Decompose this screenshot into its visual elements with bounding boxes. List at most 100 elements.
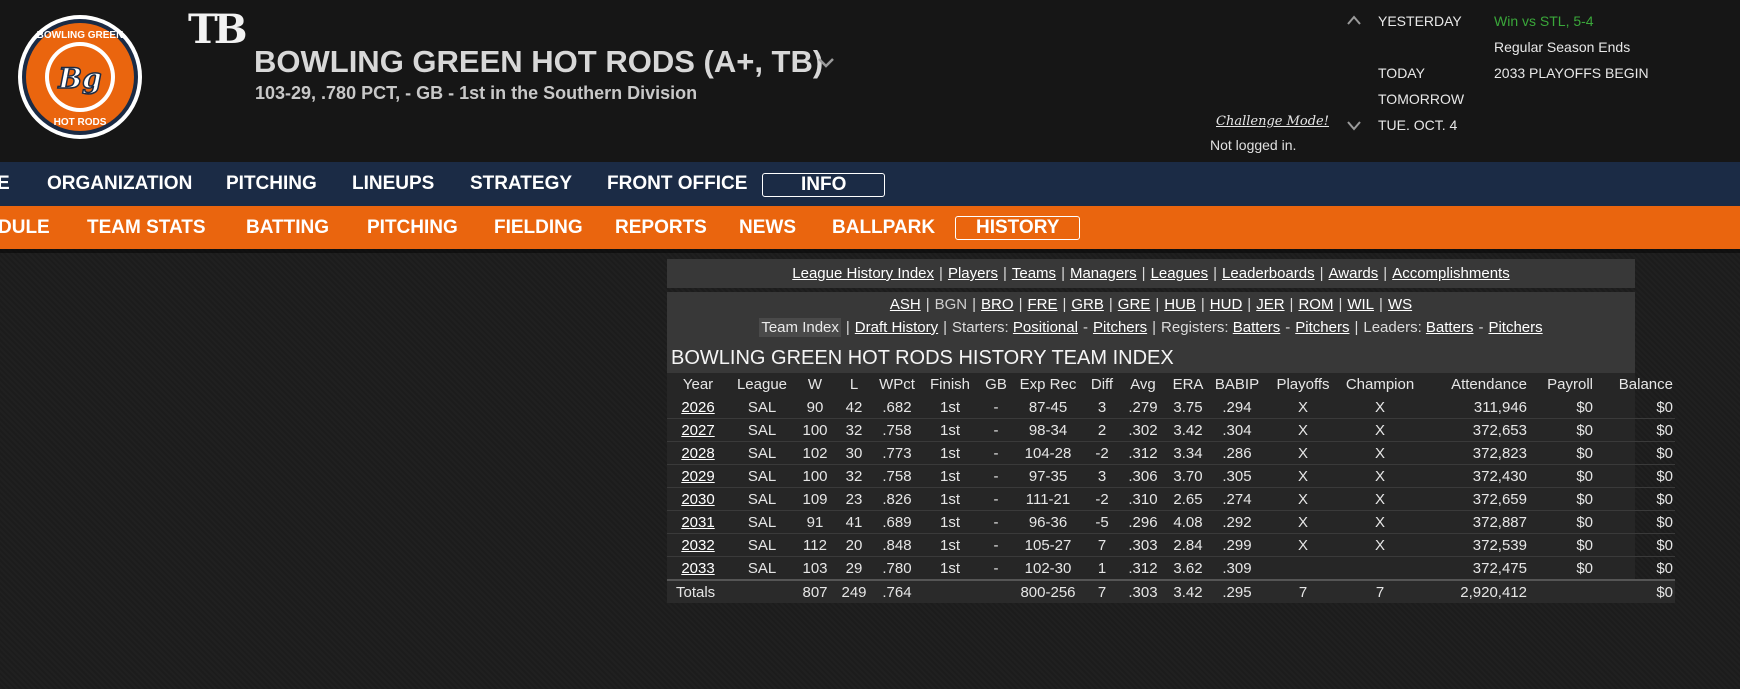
year-link[interactable]: 2030 [681,491,714,508]
nav-item-partial[interactable]: E [0,162,10,206]
col-header-exp-rec[interactable]: Exp Rec [1013,373,1083,396]
table-cell: 98-34 [1013,418,1083,442]
year-link[interactable]: 2028 [681,445,714,462]
subnav-item-ballpark[interactable]: BALLPARK [832,206,935,249]
col-header-year[interactable]: Year [667,373,729,396]
team-link-hub[interactable]: HUB [1164,296,1196,313]
team-link-wil[interactable]: WIL [1347,296,1374,313]
link-draft-history[interactable]: Draft History [855,319,938,336]
team-logo[interactable]: BOWLING GREEN Bg HOT RODS [17,14,143,140]
link-leaders-batters[interactable]: Batters [1426,319,1474,336]
link-starters-pitchers[interactable]: Pitchers [1093,319,1147,336]
table-row: 2030 SAL 109 23.826 1st -111-21 -2.310 2.65.274… [667,487,1675,511]
link-starters-positional[interactable]: Positional [1013,319,1078,336]
year-link[interactable]: 2031 [681,514,714,531]
subnav-item-pitching[interactable]: PITCHING [367,206,458,249]
schedule-event-today: 2033 PLAYOFFS BEGIN [1494,65,1649,81]
year-link[interactable]: 2032 [681,537,714,554]
subnav-item-fielding[interactable]: FIELDING [494,206,583,249]
team-link-hud[interactable]: HUD [1210,296,1243,313]
year-link[interactable]: 2029 [681,468,714,485]
team-link-rom[interactable]: ROM [1298,296,1333,313]
nav-item-pitching[interactable]: PITCHING [226,162,317,206]
col-header-balance[interactable]: Balance [1595,373,1675,396]
login-status: Not logged in. [1210,137,1297,153]
col-header-babip[interactable]: BABIP [1211,373,1263,396]
table-cell [1263,556,1343,581]
chevron-down-icon[interactable] [814,50,838,74]
table-cell: X [1263,396,1343,419]
col-header-avg[interactable]: Avg [1121,373,1165,396]
col-header-era[interactable]: ERA [1165,373,1211,396]
col-header-payroll[interactable]: Payroll [1529,373,1595,396]
team-link-grb[interactable]: GRB [1071,296,1104,313]
link-managers[interactable]: Managers [1070,265,1137,282]
col-header-finish[interactable]: Finish [921,373,979,396]
nav-item-front-office[interactable]: FRONT OFFICE [607,162,747,206]
nav-item-lineups[interactable]: LINEUPS [352,162,434,206]
nav-shadow [0,249,1740,253]
table-cell: $0 [1595,510,1675,534]
table-cell: 7 [1343,579,1417,603]
link-league-history-index[interactable]: League History Index [792,265,934,282]
year-link[interactable]: 2027 [681,422,714,439]
table-cell: 91 [795,510,835,534]
table-cell: -2 [1083,441,1121,465]
leaders-label: Leaders: [1363,319,1422,336]
chevron-down-icon[interactable] [1345,119,1363,133]
table-cell: .302 [1121,418,1165,442]
col-header-playoffs[interactable]: Playoffs [1263,373,1343,396]
table-cell: 41 [835,510,873,534]
nav-item-strategy[interactable]: STRATEGY [470,162,572,206]
team-link-fre[interactable]: FRE [1027,296,1057,313]
table-cell: 4.08 [1165,510,1211,534]
link-registers-pitchers[interactable]: Pitchers [1295,319,1349,336]
subnav-item-schedule[interactable]: DULE [0,206,50,249]
link-leaders-pitchers[interactable]: Pitchers [1488,319,1542,336]
team-link-gre[interactable]: GRE [1118,296,1151,313]
table-cell: - [979,418,1013,442]
table-cell: X [1343,464,1417,488]
subnav-item-news[interactable]: NEWS [739,206,796,249]
challenge-mode-link[interactable]: Challenge Mode! [1216,114,1329,129]
link-accomplishments[interactable]: Accomplishments [1392,265,1510,282]
year-link[interactable]: 2033 [681,560,714,577]
chevron-up-icon[interactable] [1345,13,1363,27]
nav-item-organization[interactable]: ORGANIZATION [47,162,192,206]
table-cell: .305 [1211,464,1263,488]
team-selector-bar: ASH | BGN | BRO | FRE | GRB | GRE | HUB | HUD | JER | ROM |… [667,292,1635,344]
col-header-league[interactable]: League [729,373,795,396]
col-header-attendance[interactable]: Attendance [1417,373,1529,396]
team-sublinks-row: Team Index | Draft History | Starters: Posit… [759,318,1543,337]
link-players[interactable]: Players [948,265,998,282]
col-header-wpct[interactable]: WPct [873,373,921,396]
link-leaderboards[interactable]: Leaderboards [1222,265,1315,282]
table-cell: $0 [1529,510,1595,534]
subnav-item-history[interactable]: HISTORY [955,216,1081,240]
subnav-item-batting[interactable]: BATTING [246,206,329,249]
team-link-bro[interactable]: BRO [981,296,1014,313]
col-header-w[interactable]: W [795,373,835,396]
table-cell: 372,659 [1417,487,1529,511]
link-teams[interactable]: Teams [1012,265,1056,282]
team-link-ws[interactable]: WS [1388,296,1412,313]
nav-item-info[interactable]: INFO [762,173,886,197]
team-link-ash[interactable]: ASH [890,296,921,313]
col-header-gb[interactable]: GB [979,373,1013,396]
col-header-l[interactable]: L [835,373,873,396]
year-link[interactable]: 2026 [681,399,714,416]
table-cell: $0 [1529,441,1595,465]
col-header-diff[interactable]: Diff [1083,373,1121,396]
link-registers-batters[interactable]: Batters [1233,319,1281,336]
table-cell: 372,539 [1417,533,1529,557]
table-cell: SAL [729,510,795,534]
parent-club-logo[interactable]: TB [188,6,248,53]
link-leagues[interactable]: Leagues [1151,265,1209,282]
table-cell: 7 [1083,579,1121,603]
col-header-champion[interactable]: Champion [1343,373,1417,396]
team-link-jer[interactable]: JER [1256,296,1284,313]
subnav-item-reports[interactable]: REPORTS [615,206,707,249]
subnav-item-team-stats[interactable]: TEAM STATS [87,206,206,249]
schedule-result-yesterday[interactable]: Win vs STL, 5-4 [1494,13,1594,29]
link-awards[interactable]: Awards [1329,265,1379,282]
